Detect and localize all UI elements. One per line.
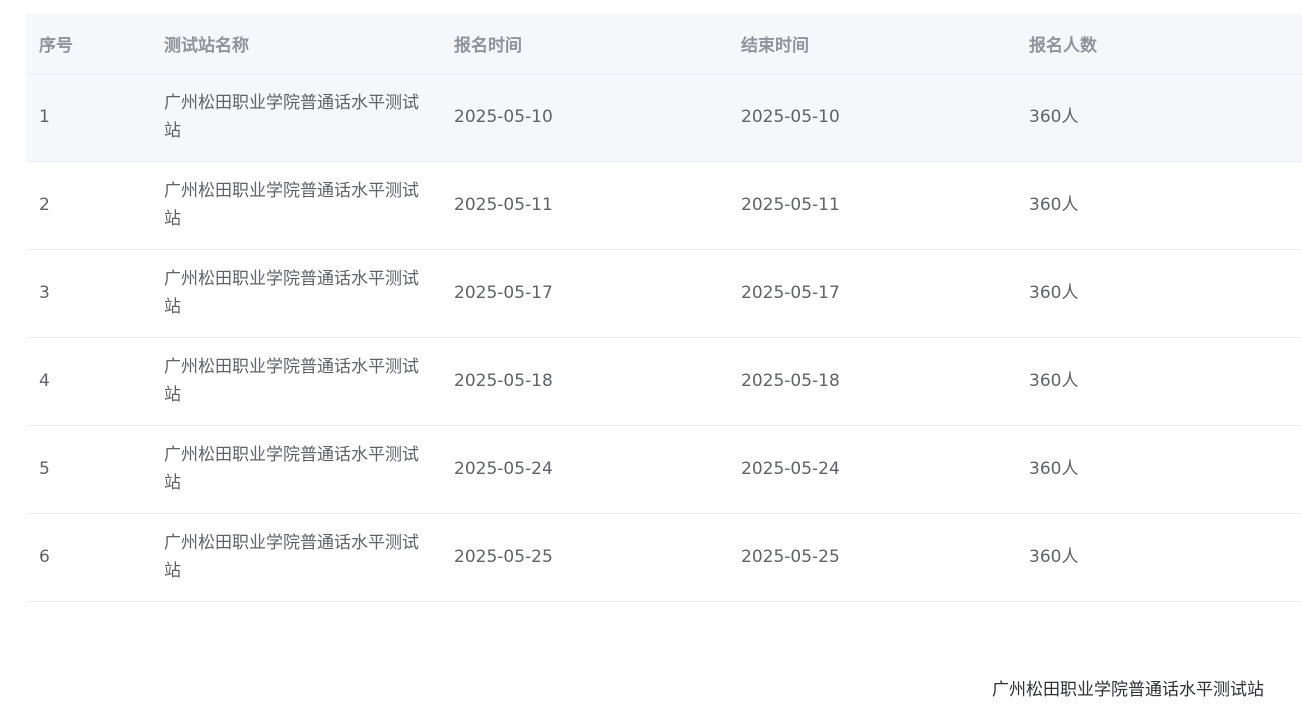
cell-index: 1 [39,107,50,127]
header-registration-count[interactable]: 报名人数 [1016,14,1302,74]
table-row[interactable]: 4 广州松田职业学院普通话水平测试站 2025-05-18 2025-05-18… [26,337,1302,425]
cell-count: 360人 [1029,195,1079,215]
table-row[interactable]: 1 广州松田职业学院普通话水平测试站 2025-05-10 2025-05-10… [26,73,1302,161]
registration-table-container: 序号 测试站名称 报名时间 结束时间 报名人数 1 广州松田职业学院普通话水平测… [26,14,1302,602]
cell-station-name: 广州松田职业学院普通话水平测试站 [164,93,419,141]
cell-start-date: 2025-05-25 [454,547,553,567]
table-header: 序号 测试站名称 报名时间 结束时间 报名人数 [26,14,1302,74]
cell-station-name: 广州松田职业学院普通话水平测试站 [164,445,419,493]
cell-count: 360人 [1029,371,1079,391]
cell-end-date: 2025-05-10 [741,107,840,127]
table-row[interactable]: 3 广州松田职业学院普通话水平测试站 2025-05-17 2025-05-17… [26,249,1302,337]
footer-signature: 广州松田职业学院普通话水平测试站 [992,680,1264,700]
cell-end-date: 2025-05-17 [741,283,840,303]
cell-end-date: 2025-05-18 [741,371,840,391]
cell-index: 4 [39,371,50,391]
cell-end-date: 2025-05-24 [741,459,840,479]
header-end-time[interactable]: 结束时间 [728,14,1016,74]
table-row[interactable]: 5 广州松田职业学院普通话水平测试站 2025-05-24 2025-05-24… [26,425,1302,513]
header-registration-time[interactable]: 报名时间 [441,14,728,74]
cell-start-date: 2025-05-24 [454,459,553,479]
cell-station-name: 广州松田职业学院普通话水平测试站 [164,181,419,229]
cell-index: 5 [39,459,50,479]
table-row[interactable]: 6 广州松田职业学院普通话水平测试站 2025-05-25 2025-05-25… [26,513,1302,601]
cell-count: 360人 [1029,283,1079,303]
header-station-name[interactable]: 测试站名称 [151,14,441,74]
cell-station-name: 广州松田职业学院普通话水平测试站 [164,357,419,405]
cell-station-name: 广州松田职业学院普通话水平测试站 [164,269,419,317]
cell-index: 6 [39,547,50,567]
test-station-table: 序号 测试站名称 报名时间 结束时间 报名人数 1 广州松田职业学院普通话水平测… [26,14,1302,602]
cell-start-date: 2025-05-10 [454,107,553,127]
cell-end-date: 2025-05-11 [741,195,840,215]
cell-index: 3 [39,283,50,303]
cell-station-name: 广州松田职业学院普通话水平测试站 [164,533,419,581]
table-body: 1 广州松田职业学院普通话水平测试站 2025-05-10 2025-05-10… [26,73,1302,601]
cell-start-date: 2025-05-18 [454,371,553,391]
cell-count: 360人 [1029,107,1079,127]
table-row[interactable]: 2 广州松田职业学院普通话水平测试站 2025-05-11 2025-05-11… [26,161,1302,249]
table-header-row: 序号 测试站名称 报名时间 结束时间 报名人数 [26,14,1302,74]
cell-end-date: 2025-05-25 [741,547,840,567]
header-index[interactable]: 序号 [26,14,151,74]
cell-index: 2 [39,195,50,215]
cell-start-date: 2025-05-11 [454,195,553,215]
cell-count: 360人 [1029,459,1079,479]
cell-start-date: 2025-05-17 [454,283,553,303]
cell-count: 360人 [1029,547,1079,567]
